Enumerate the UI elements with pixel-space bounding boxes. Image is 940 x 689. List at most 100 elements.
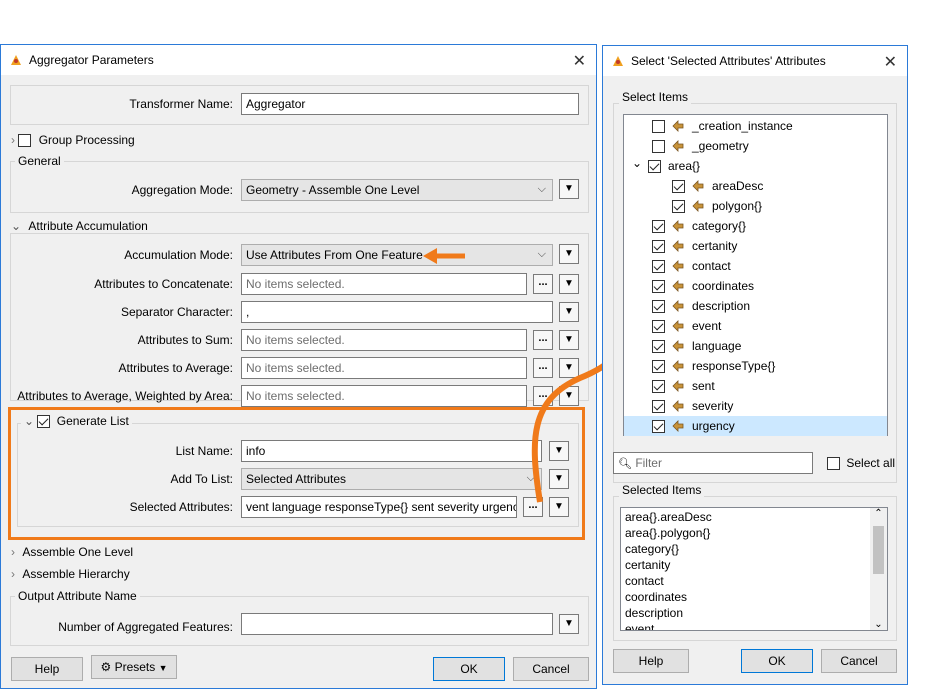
tree-item[interactable]: language bbox=[624, 336, 887, 356]
selected-attrs-field[interactable]: vent language responseType{} sent severi… bbox=[241, 496, 517, 518]
tree-item-checkbox[interactable] bbox=[652, 259, 665, 273]
title-bar: Aggregator Parameters ✕ bbox=[1, 45, 596, 75]
scroll-up-icon[interactable]: ⌃ bbox=[870, 508, 887, 519]
close-icon[interactable]: ✕ bbox=[573, 51, 586, 71]
attrs-avg-field[interactable]: No items selected. bbox=[241, 357, 527, 379]
tree-item-checkbox[interactable] bbox=[652, 239, 665, 253]
attrs-concat-field[interactable]: No items selected. bbox=[241, 273, 527, 295]
separator-field[interactable]: , bbox=[241, 301, 553, 323]
attrs-sum-field[interactable]: No items selected. bbox=[241, 329, 527, 351]
attribute-accumulation-header[interactable]: ⌄ Attribute Accumulation bbox=[11, 219, 148, 233]
select-all-row[interactable]: Select all bbox=[827, 456, 896, 471]
tree-item-checkbox[interactable] bbox=[652, 119, 665, 133]
tree-item[interactable]: areaDesc bbox=[624, 176, 887, 196]
tree-item-checkbox[interactable] bbox=[652, 279, 665, 293]
tree-item-checkbox[interactable] bbox=[652, 419, 665, 433]
cancel-button[interactable]: Cancel bbox=[513, 657, 589, 681]
accumulation-mode-menu-button[interactable]: ▼ bbox=[559, 244, 579, 264]
tree-item-checkbox[interactable] bbox=[652, 319, 665, 333]
gear-icon: ⚙ bbox=[100, 660, 112, 674]
add-to-list-select[interactable]: Selected Attributes ⌵ bbox=[241, 468, 542, 490]
aggregation-mode-menu-button[interactable]: ▼ bbox=[559, 179, 579, 199]
group-processing-row[interactable]: › Group Processing bbox=[11, 133, 135, 148]
tree-item-label: urgency bbox=[692, 419, 735, 433]
attrs-concat-label: Attributes to Concatenate: bbox=[94, 277, 233, 291]
add-to-list-label: Add To List: bbox=[170, 472, 233, 486]
tree-item[interactable]: certanity bbox=[624, 236, 887, 256]
title-bar: Select 'Selected Attributes' Attributes … bbox=[603, 46, 907, 76]
tree-item[interactable]: coordinates bbox=[624, 276, 887, 296]
filter-field[interactable]: 🔍︎ Filter bbox=[613, 452, 813, 474]
generate-list-header[interactable]: ⌄ Generate List bbox=[21, 414, 132, 429]
tree-item[interactable]: contact bbox=[624, 256, 887, 276]
list-item[interactable]: contact bbox=[625, 574, 664, 590]
tree-item-checkbox[interactable] bbox=[652, 219, 665, 233]
list-item[interactable]: area{}.areaDesc bbox=[625, 510, 712, 526]
selected-attrs-label: Selected Attributes: bbox=[129, 500, 233, 514]
chevron-down-icon[interactable]: ⌄ bbox=[632, 156, 648, 170]
scrollbar-thumb[interactable] bbox=[873, 526, 884, 574]
tree-item[interactable]: category{} bbox=[624, 216, 887, 236]
attrs-concat-ellipsis-button[interactable]: ... bbox=[533, 274, 553, 294]
list-item[interactable]: area{}.polygon{} bbox=[625, 526, 710, 542]
list-item[interactable]: certanity bbox=[625, 558, 670, 574]
aggregation-mode-select[interactable]: Geometry - Assemble One Level ⌵ bbox=[241, 179, 553, 201]
tree-item-checkbox[interactable] bbox=[652, 379, 665, 393]
list-item[interactable]: event bbox=[625, 622, 654, 630]
list-item[interactable]: description bbox=[625, 606, 683, 622]
list-item[interactable]: category{} bbox=[625, 542, 679, 558]
attribute-tree[interactable]: _creation_instance _geometry ⌄ area{} areaDe… bbox=[623, 114, 888, 436]
tree-item[interactable]: severity bbox=[624, 396, 887, 416]
tree-item[interactable]: event bbox=[624, 316, 887, 336]
transformer-name-field[interactable]: Aggregator bbox=[241, 93, 579, 115]
num-aggregated-field[interactable] bbox=[241, 613, 553, 635]
presets-button[interactable]: ⚙ Presets ▼ bbox=[91, 655, 177, 679]
tree-item[interactable]: sent bbox=[624, 376, 887, 396]
help-button[interactable]: Help bbox=[613, 649, 689, 673]
tree-item[interactable]: polygon{} bbox=[624, 196, 887, 216]
cancel-button[interactable]: Cancel bbox=[821, 649, 897, 673]
tree-item-checkbox[interactable] bbox=[652, 139, 665, 153]
scroll-down-icon[interactable]: ⌄ bbox=[870, 619, 887, 630]
scrollbar[interactable]: ⌃ ⌄ bbox=[870, 508, 887, 630]
accumulation-mode-select[interactable]: Use Attributes From One Feature ⌵ bbox=[241, 244, 553, 266]
select-all-checkbox[interactable] bbox=[827, 457, 840, 471]
tree-item[interactable]: description bbox=[624, 296, 887, 316]
num-aggregated-menu-button[interactable]: ▼ bbox=[559, 614, 579, 634]
attribute-icon bbox=[672, 260, 684, 272]
attrs-avg-weighted-field[interactable]: No items selected. bbox=[241, 385, 527, 407]
ok-button[interactable]: OK bbox=[741, 649, 813, 673]
tree-item-checkbox[interactable] bbox=[672, 179, 685, 193]
generate-list-checkbox[interactable] bbox=[37, 415, 51, 429]
list-item[interactable]: coordinates bbox=[625, 590, 687, 606]
tree-item[interactable]: urgency bbox=[624, 416, 887, 436]
select-all-label: Select all bbox=[846, 456, 896, 470]
tree-item-label: category{} bbox=[692, 219, 747, 233]
tree-item-checkbox[interactable] bbox=[672, 199, 685, 213]
attrs-concat-menu-button[interactable]: ▼ bbox=[559, 274, 579, 294]
group-processing-checkbox[interactable] bbox=[18, 134, 32, 148]
selected-items-list[interactable]: event description coordinates contact certan… bbox=[620, 507, 888, 631]
search-icon: 🔍︎ bbox=[618, 458, 632, 470]
accumulation-mode-value: Use Attributes From One Feature bbox=[246, 248, 423, 262]
ok-button[interactable]: OK bbox=[433, 657, 505, 681]
assemble-one-level-row[interactable]: › Assemble One Level bbox=[11, 545, 133, 559]
tree-item-label: areaDesc bbox=[712, 179, 764, 193]
help-button[interactable]: Help bbox=[11, 657, 83, 681]
assemble-hierarchy-row[interactable]: › Assemble Hierarchy bbox=[11, 567, 130, 581]
tree-item-checkbox[interactable] bbox=[652, 299, 665, 313]
separator-menu-button[interactable]: ▼ bbox=[559, 302, 579, 322]
tree-item[interactable]: _geometry bbox=[624, 136, 887, 156]
list-name-field[interactable]: info bbox=[241, 440, 542, 462]
tree-item-checkbox[interactable] bbox=[648, 159, 661, 173]
attrs-avg-weighted-label: Attributes to Average, Weighted by Area: bbox=[17, 389, 233, 403]
attribute-icon bbox=[672, 220, 684, 232]
close-icon[interactable]: ✕ bbox=[884, 52, 897, 72]
tree-item[interactable]: ⌄ area{} bbox=[624, 156, 887, 176]
tree-item[interactable]: responseType{} bbox=[624, 356, 887, 376]
tree-item-checkbox[interactable] bbox=[652, 399, 665, 413]
chevron-right-icon: › bbox=[11, 133, 15, 147]
tree-item-checkbox[interactable] bbox=[652, 339, 665, 353]
tree-item-checkbox[interactable] bbox=[652, 359, 665, 373]
tree-item[interactable]: _creation_instance bbox=[624, 116, 887, 136]
